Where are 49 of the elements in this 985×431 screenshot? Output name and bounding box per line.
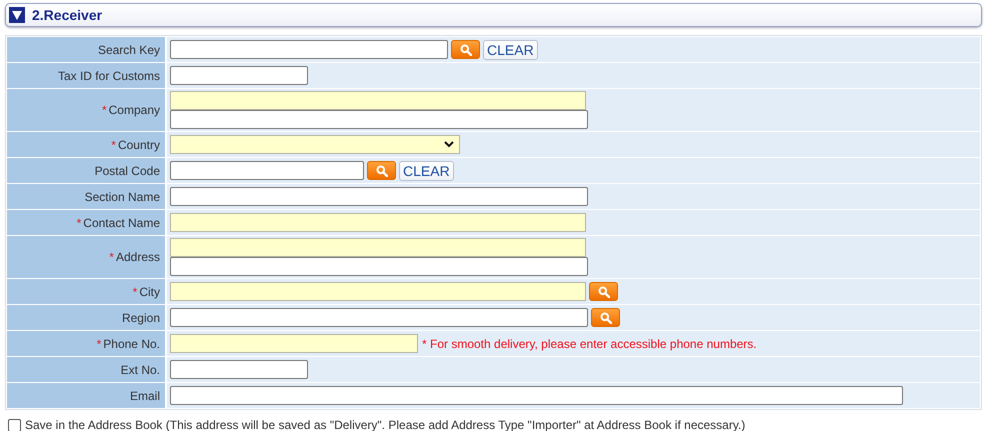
search-icon: [460, 44, 472, 56]
triangle-down-icon: [12, 10, 22, 20]
input-field[interactable]: [170, 308, 588, 327]
field-label: Company: [108, 103, 160, 117]
search-button[interactable]: [367, 161, 396, 180]
input-field[interactable]: [170, 187, 588, 206]
search-button[interactable]: [451, 40, 480, 59]
required-marker: *: [102, 103, 107, 117]
field-label: Tax ID for Customs: [58, 68, 160, 82]
input-field[interactable]: [170, 110, 588, 129]
input-field[interactable]: [170, 282, 586, 301]
chevron-down-icon: [444, 141, 454, 148]
field-label: Phone No.: [103, 336, 160, 350]
required-marker: *: [111, 138, 116, 152]
field-label: Postal Code: [94, 164, 160, 178]
field-label: Ext No.: [120, 362, 160, 376]
field-label: City: [139, 284, 160, 298]
field-label: Section Name: [84, 190, 160, 204]
search-icon: [598, 286, 610, 298]
input-field[interactable]: [170, 161, 364, 180]
field-label: Country: [118, 138, 160, 152]
clear-button[interactable]: CLEAR: [483, 40, 538, 60]
field-label: Email: [130, 388, 160, 402]
search-button[interactable]: [591, 308, 620, 327]
input-field[interactable]: [170, 91, 586, 110]
input-field[interactable]: [170, 213, 586, 232]
required-marker: *: [109, 250, 114, 264]
input-field[interactable]: [170, 257, 588, 276]
required-marker: *: [96, 336, 102, 350]
input-field[interactable]: [170, 386, 903, 405]
required-marker: *: [76, 216, 82, 230]
input-field[interactable]: [170, 40, 448, 59]
field-label: Region: [122, 310, 160, 324]
field-label: Contact Name: [83, 216, 160, 230]
search-icon: [600, 312, 612, 324]
collapse-toggle[interactable]: [9, 7, 25, 23]
search-icon: [376, 164, 388, 176]
input-field[interactable]: [170, 334, 418, 353]
input-field[interactable]: [170, 238, 586, 257]
search-button[interactable]: [589, 282, 618, 301]
required-marker: *: [132, 284, 138, 298]
field-label: Search Key: [98, 42, 160, 56]
input-field[interactable]: [170, 360, 308, 379]
hint-text: * For smooth delivery, please enter accessible phone numbers.: [422, 336, 757, 350]
checkbox[interactable]: [8, 418, 21, 431]
field-label: Address: [116, 250, 160, 264]
clear-button[interactable]: CLEAR: [399, 160, 454, 180]
input-field[interactable]: [170, 66, 308, 85]
section-title: 2.Receiver: [32, 7, 102, 23]
